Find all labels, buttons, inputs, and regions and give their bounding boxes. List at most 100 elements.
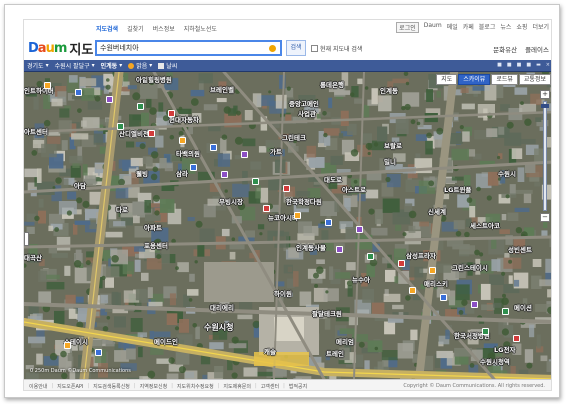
daum-logo[interactable]: Daum 지도 [28,39,93,58]
poi-marker-icon[interactable] [95,349,102,356]
map-place-label[interactable]: 사업관 [298,108,316,118]
map-place-label[interactable]: 삼라 [176,168,188,178]
map-place-label[interactable]: 중앙고메인 [289,98,319,108]
poi-marker-icon[interactable] [367,253,374,260]
weather-link[interactable]: 날씨 [158,61,177,70]
map-place-label[interactable]: 인계동사물 [296,242,326,252]
map-place-label[interactable]: 그린테크 [282,132,306,142]
map-place-label[interactable]: 메이션 [514,302,532,312]
search-in-map-option[interactable]: 현재 지도내 검색 [311,44,362,53]
map-place-label[interactable]: 메리엄 [336,336,354,346]
poi-marker-icon[interactable] [241,151,248,158]
poi-marker-icon[interactable] [409,287,416,294]
poi-marker-icon[interactable] [429,267,436,274]
poi-marker-icon[interactable] [179,137,186,144]
map-place-label[interactable]: 매리스키 [424,278,448,288]
footer-link[interactable]: 지도위치수정요청 [177,383,214,390]
poi-marker-icon[interactable] [398,260,405,267]
link-place[interactable]: 플레이스 [525,44,549,54]
link-cultural-heritage[interactable]: 문화유산 [493,44,517,54]
link-icon[interactable]: ■ [517,62,522,68]
util-blog[interactable]: 블로그 [479,22,496,33]
map-place-label[interactable]: 삼성프라자 [406,250,436,260]
poi-marker-icon[interactable] [168,110,175,117]
footer-link[interactable]: 고객센터 [261,383,279,390]
map-place-label[interactable]: 한국학정다원 [286,196,322,206]
map-place-label[interactable]: 포용센터 [144,240,168,250]
weather-indicator[interactable]: 맑음 ▾ [128,61,152,70]
map-place-label[interactable]: 아파트 [144,222,162,232]
close-icon[interactable]: × [546,62,550,68]
district-select[interactable]: 수원시 팔달구 ▾ [55,61,95,70]
map-place-label[interactable]: 대리에리 [210,302,234,312]
footer-link[interactable]: 이용안내 [29,383,47,390]
roadview-button[interactable]: 로드뷰 [491,74,518,85]
skyview-map[interactable]: 아잍힐링병원 인트하이버 브레인벨 롱데은행 인계동 중앙고메인 사업관 아트센터 산디엘비전 현… [24,72,551,379]
search-input[interactable] [97,42,267,54]
poi-marker-icon[interactable] [283,185,290,192]
poi-marker-icon[interactable] [263,205,270,212]
poi-marker-icon[interactable] [117,123,124,130]
map-place-label[interactable]: 롱데은행 [320,79,344,89]
footer-link[interactable]: 지역정보신청 [140,383,168,390]
map-place-label[interactable]: 수원시 [498,168,516,178]
poi-marker-icon[interactable] [440,294,447,301]
poi-marker-icon[interactable] [190,164,197,171]
poi-marker-icon[interactable] [336,246,343,253]
map-place-label[interactable]: 트레인 [326,348,344,358]
map-place-label[interactable]: 아트센터 [24,126,48,136]
dong-select[interactable]: 인계동 ▾ [101,61,123,70]
poi-marker-icon[interactable] [502,308,509,315]
poi-marker-icon[interactable] [137,103,144,110]
region-select[interactable]: 경기도 ▾ [27,61,49,70]
map-place-label[interactable]: 웰빙 [136,168,148,178]
zoom-slider-handle[interactable] [541,104,549,108]
map-place-label[interactable]: 세스트아코 [470,220,500,230]
util-mail[interactable]: 메일 [447,22,458,33]
poi-marker-icon[interactable] [325,219,332,226]
map-place-label[interactable]: 수원시청역 [480,356,510,366]
minimize-icon[interactable]: ▬ [536,62,541,68]
map-place-label[interactable]: 밀니 [384,156,396,166]
tool-icon[interactable]: ■ [497,62,502,68]
footer-link[interactable]: 지도제휴문의 [223,383,251,390]
zoom-out-button[interactable]: − [540,213,550,222]
map-place-label[interactable]: 아잍힐링병원 [136,74,172,84]
fullscreen-icon[interactable]: ■ [526,62,531,68]
footer-link[interactable]: 법적공지 [289,383,307,390]
map-place-label[interactable]: 성빈센트 [508,244,532,254]
skyview-button[interactable]: 스카이뷰 [458,74,491,85]
search-dropdown-icon[interactable] [269,44,276,52]
map-place-label[interactable]: 캐슬 [264,346,276,356]
map-place-label[interactable]: 뉴수아 [352,274,370,284]
poi-marker-icon[interactable] [482,328,489,335]
map-place-label[interactable]: LG트윈플 [444,184,471,194]
map-place-label[interactable]: 가트 [270,146,282,156]
util-cafe[interactable]: 카페 [463,22,474,33]
poi-marker-icon[interactable] [148,130,155,137]
side-panel-toggle[interactable] [24,232,29,246]
util-news[interactable]: 뉴스 [500,22,511,33]
poi-marker-icon[interactable] [221,171,228,178]
map-place-label[interactable]: LG전자 [494,344,515,354]
map-place-label[interactable]: 수원시청 [204,322,233,333]
zoom-slider[interactable] [541,101,549,211]
search-button[interactable]: 검색 [286,40,306,56]
tab-bus-info[interactable]: 버스정보 [153,24,175,33]
map-place-label[interactable]: 대곡산 [24,252,42,262]
map-place-label[interactable]: 아스트로 [342,184,366,194]
poi-marker-icon[interactable] [513,335,520,342]
poi-marker-icon[interactable] [294,212,301,219]
tab-directions[interactable]: 길찾기 [127,24,144,33]
map-place-label[interactable]: 다로 [116,204,128,214]
footer-link[interactable]: 지도오픈API [57,383,83,390]
map-view-button[interactable]: 지도 [436,74,458,85]
login-button[interactable]: 로그인 [396,22,419,33]
checkbox-icon[interactable] [311,45,318,52]
map-place-label[interactable]: 대도로 [324,174,342,184]
util-shopping[interactable]: 쇼핑 [516,22,527,33]
map-place-label[interactable]: 보랄로 [384,140,402,150]
map-place-label[interactable]: 아담 [74,180,86,190]
zoom-in-button[interactable]: + [540,90,550,99]
map-place-label[interactable]: 무빙시장 [219,196,243,206]
